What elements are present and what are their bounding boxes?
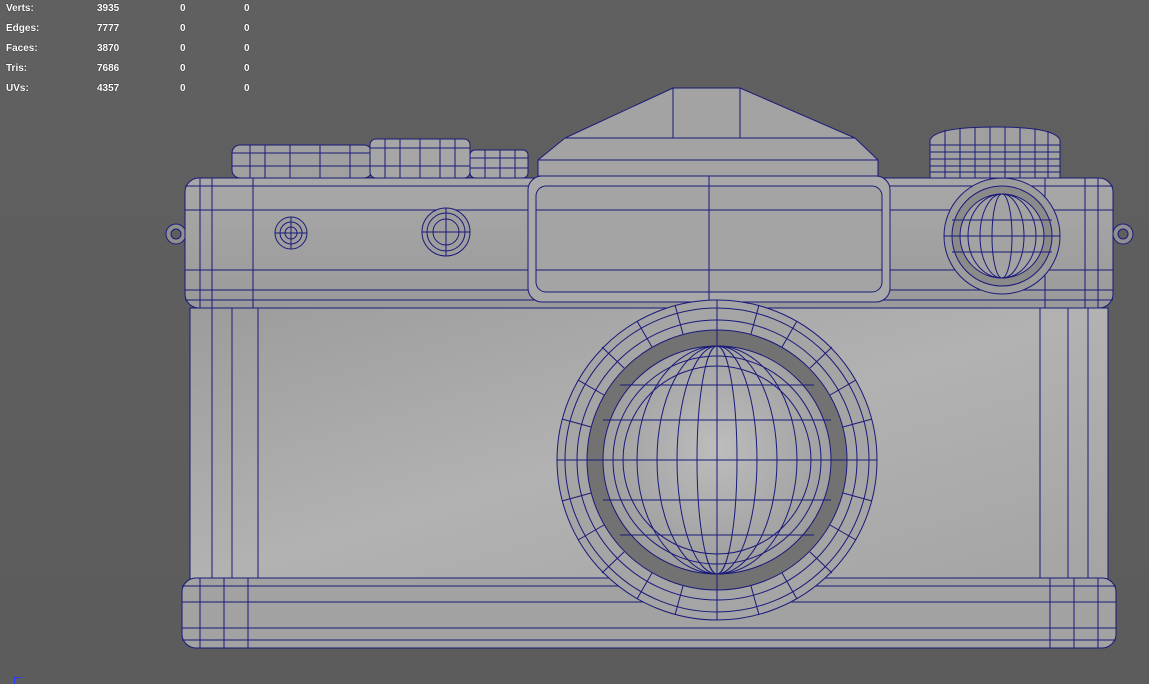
hud-label: Edges: bbox=[6, 23, 40, 34]
rangefinder-window-large bbox=[943, 177, 1061, 295]
hud-value: 0 bbox=[244, 83, 250, 94]
rewind-knob bbox=[929, 126, 1061, 179]
hud-label: Faces: bbox=[6, 43, 38, 54]
hud-row-verts: Verts: 3935 0 0 bbox=[6, 3, 266, 23]
hud-value: 7777 bbox=[97, 23, 120, 34]
prism-housing bbox=[537, 87, 879, 177]
rangefinder-window-medium bbox=[421, 207, 471, 257]
hud-value: 0 bbox=[180, 63, 186, 74]
hud-value: 0 bbox=[180, 23, 186, 34]
shutter-dial bbox=[369, 138, 471, 179]
hud-value: 0 bbox=[180, 83, 186, 94]
hud-value: 0 bbox=[180, 43, 186, 54]
strap-lug-left bbox=[165, 223, 187, 245]
hud-value: 0 bbox=[180, 3, 186, 14]
hud-value: 3935 bbox=[97, 3, 120, 14]
hud-value: 7686 bbox=[97, 63, 120, 74]
hud-value: 0 bbox=[244, 23, 250, 34]
viewfinder-window bbox=[527, 175, 891, 303]
hud-value: 0 bbox=[244, 43, 250, 54]
hud-value: 4357 bbox=[97, 83, 120, 94]
lens-assembly bbox=[556, 299, 878, 621]
shutter-button bbox=[469, 149, 529, 179]
hud-value: 3870 bbox=[97, 43, 120, 54]
hud-row-tris: Tris: 7686 0 0 bbox=[6, 63, 266, 83]
hud-row-uvs: UVs: 4357 0 0 bbox=[6, 83, 266, 103]
hud-value: 0 bbox=[244, 3, 250, 14]
hud-label: UVs: bbox=[6, 83, 29, 94]
rangefinder-window-small bbox=[274, 216, 308, 250]
poly-count-hud: Verts: 3935 0 0 Edges: 7777 0 0 Faces: 3… bbox=[6, 3, 266, 103]
hud-row-edges: Edges: 7777 0 0 bbox=[6, 23, 266, 43]
strap-lug-right bbox=[1112, 223, 1134, 245]
hud-row-faces: Faces: 3870 0 0 bbox=[6, 43, 266, 63]
hud-value: 0 bbox=[244, 63, 250, 74]
hud-label: Tris: bbox=[6, 63, 28, 74]
3d-viewport[interactable]: Verts: 3935 0 0 Edges: 7777 0 0 Faces: 3… bbox=[0, 0, 1149, 684]
left-dial-large bbox=[231, 144, 373, 179]
hud-label: Verts: bbox=[6, 3, 34, 14]
